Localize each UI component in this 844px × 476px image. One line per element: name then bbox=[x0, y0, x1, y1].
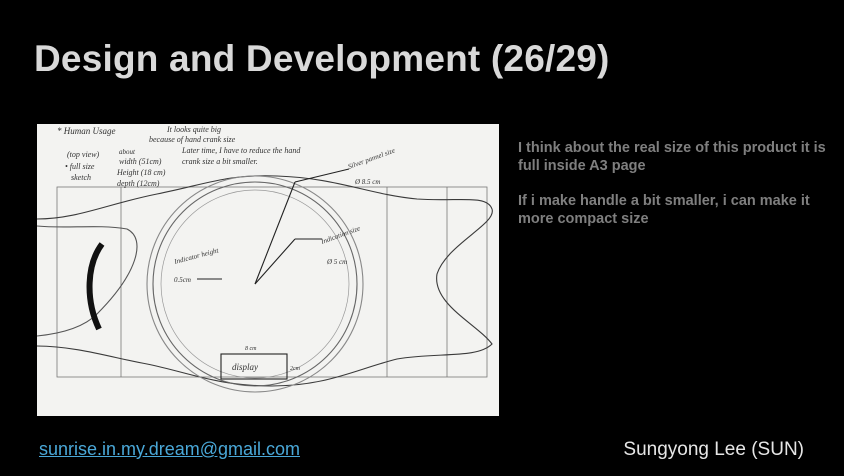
sketch-full-size-label: • full size bbox=[65, 162, 95, 171]
sketch-silver-label: Silver pannel size bbox=[347, 146, 396, 170]
sketch-about-label: about bbox=[119, 148, 136, 156]
email-link[interactable]: sunrise.in.my.dream@gmail.com bbox=[39, 439, 300, 460]
note-paragraph-2: If i make handle a bit smaller, i can ma… bbox=[518, 193, 810, 227]
sketch-view-label: (top view) bbox=[67, 150, 100, 159]
notes-panel: I think about the real size of this prod… bbox=[518, 139, 838, 245]
sketch-comment-line3: Later time, I have to reduce the hand bbox=[181, 146, 301, 155]
sketch-image: * Human Usage It looks quite big because… bbox=[37, 124, 499, 416]
sketch-display-height: 2cm bbox=[290, 366, 301, 372]
sketch-indicator-size: 0.5cm bbox=[174, 276, 191, 284]
sketch-silver-size: Ø 8.5 cm bbox=[354, 178, 380, 186]
author-name: Sungyong Lee (SUN) bbox=[623, 439, 804, 460]
sketch-display-width: 8 cm bbox=[245, 346, 257, 352]
note-paragraph-1: I think about the real size of this prod… bbox=[518, 140, 826, 174]
product-sketch-drawing: * Human Usage It looks quite big because… bbox=[37, 125, 493, 393]
sketch-header-label: * Human Usage bbox=[57, 126, 116, 136]
sketch-indication-size: Ø 5 cm bbox=[326, 258, 347, 266]
sketch-comment-line4: crank size a bit smaller. bbox=[182, 157, 258, 166]
sketch-comment-line2: because of hand crank size bbox=[149, 135, 236, 144]
sketch-width-label: width (51cm) bbox=[119, 157, 162, 166]
sketch-depth-label: depth (12cm) bbox=[117, 179, 160, 188]
sketch-comment-line1: It looks quite big bbox=[166, 125, 221, 134]
sketch-sketch-label: sketch bbox=[71, 173, 91, 182]
sketch-display-label: display bbox=[232, 362, 258, 372]
slide-title: Design and Development (26/29) bbox=[34, 38, 610, 79]
sketch-indicator-label: Indicator height bbox=[172, 246, 220, 266]
sketch-height-label: Height (18 cm) bbox=[116, 168, 166, 177]
